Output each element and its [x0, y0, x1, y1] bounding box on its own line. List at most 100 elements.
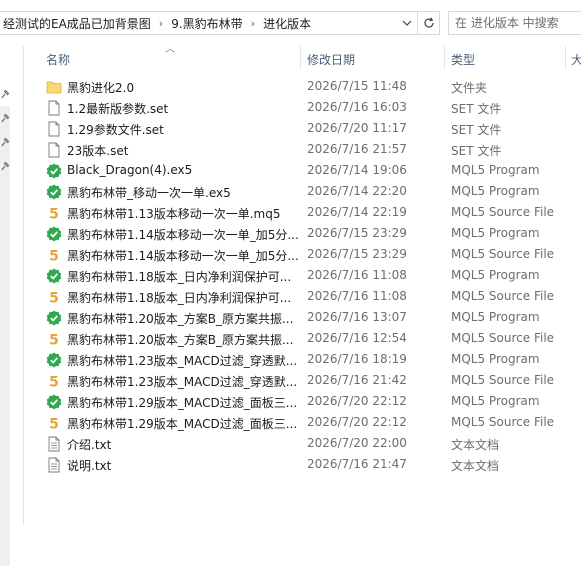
- file-type: MQL5 Program: [451, 184, 540, 198]
- column-header-type[interactable]: 类型: [451, 51, 475, 68]
- breadcrumb-item-ea[interactable]: 经测试的EA成品已加背景图: [0, 15, 155, 32]
- address-dropdown-button[interactable]: [397, 12, 417, 34]
- file-row[interactable]: 5 黑豹布林带1.18版本_日内净利润保护可... 2026/7/16 11:08 M…: [24, 287, 581, 308]
- pin-icon[interactable]: [0, 112, 10, 124]
- column-header-name[interactable]: 名称: [46, 51, 70, 68]
- file-row[interactable]: 黑豹布林带1.20版本_方案B_原方案共振... 2026/7/16 13:07 M…: [24, 308, 581, 329]
- mql5-program-icon: [46, 394, 62, 410]
- file-date: 2026/7/16 18:19: [307, 352, 407, 366]
- file-date: 2026/7/20 22:12: [307, 394, 407, 408]
- mql5-program-icon: [46, 226, 62, 242]
- mql5-source-icon: 5: [46, 247, 62, 265]
- file-type: SET 文件: [451, 144, 502, 158]
- chevron-right-icon[interactable]: ›: [155, 17, 167, 30]
- file-date: 2026/7/15 23:29: [307, 226, 407, 240]
- address-bar: 经测试的EA成品已加背景图 › 9.黑豹布林带 › 进化版本: [0, 0, 581, 46]
- file-row[interactable]: 介绍.txt 2026/7/20 22:00 文本文档: [24, 434, 581, 455]
- file-row[interactable]: 说明.txt 2026/7/16 21:47 文本文档: [24, 455, 581, 476]
- column-divider[interactable]: [444, 46, 445, 70]
- mql5-source-icon: 5: [46, 415, 62, 433]
- mql5-source-icon: 5: [46, 205, 62, 223]
- file-row[interactable]: 黑豹布林带1.18版本_日内净利润保护可... 2026/7/16 11:08 MQ…: [24, 266, 581, 287]
- file-name[interactable]: 黑豹布林带1.29版本_MACD过滤_面板三...: [67, 394, 299, 411]
- file-name[interactable]: 黑豹布林带1.14版本移动一次一单_加5分...: [67, 226, 299, 243]
- file-row[interactable]: Black_Dragon(4).ex5 2026/7/14 19:06 MQL5 P…: [24, 161, 581, 182]
- file-type: MQL5 Source File: [451, 331, 555, 345]
- file-type: MQL5 Program: [451, 226, 540, 240]
- file-name[interactable]: 1.2最新版参数.set: [67, 100, 299, 117]
- svg-text:5: 5: [49, 417, 59, 432]
- file-name[interactable]: 黑豹布林带1.14版本移动一次一单_加5分...: [67, 247, 299, 264]
- search-input[interactable]: [455, 16, 565, 30]
- file-type: MQL5 Source File: [451, 247, 555, 261]
- file-date: 2026/7/16 12:54: [307, 331, 407, 345]
- file-name[interactable]: 黑豹进化2.0: [67, 79, 299, 96]
- file-type: MQL5 Program: [451, 163, 540, 177]
- navigation-pane-scroll-area[interactable]: [0, 106, 10, 566]
- file-date: 2026/7/20 22:00: [307, 436, 407, 450]
- chevron-right-icon[interactable]: ›: [247, 17, 259, 30]
- breadcrumb[interactable]: 经测试的EA成品已加背景图 › 9.黑豹布林带 › 进化版本: [0, 11, 440, 35]
- refresh-icon: [423, 17, 434, 28]
- file-row[interactable]: 黑豹布林带1.14版本移动一次一单_加5分... 2026/7/15 23:29 M…: [24, 224, 581, 245]
- file-row[interactable]: 1.2最新版参数.set 2026/7/16 16:03 SET 文件: [24, 98, 581, 119]
- navigation-pane[interactable]: [0, 46, 24, 566]
- file-type: MQL5 Source File: [451, 289, 555, 303]
- file-type: MQL5 Program: [451, 268, 540, 282]
- file-row[interactable]: 1.29参数文件.set 2026/7/20 11:17 SET 文件: [24, 119, 581, 140]
- file-row[interactable]: 5 黑豹布林带1.23版本_MACD过滤_穿透默... 2026/7/16 21:4…: [24, 371, 581, 392]
- file-name[interactable]: 1.29参数文件.set: [67, 121, 299, 138]
- column-divider[interactable]: [300, 46, 301, 70]
- refresh-button[interactable]: [417, 12, 439, 34]
- file-date: 2026/7/16 16:03: [307, 100, 407, 114]
- file-type: MQL5 Source File: [451, 415, 555, 429]
- mql5-program-icon: [46, 352, 62, 368]
- file-row[interactable]: 5 黑豹布林带1.14版本移动一次一单_加5分... 2026/7/15 23:29…: [24, 245, 581, 266]
- file-name[interactable]: 黑豹布林带1.20版本_方案B_原方案共振...: [67, 310, 299, 327]
- file-row[interactable]: 黑豹布林带_移动一次一单.ex5 2026/7/14 22:20 MQL5 Prog…: [24, 182, 581, 203]
- file-date: 2026/7/14 22:20: [307, 184, 407, 198]
- file-row[interactable]: 5 黑豹布林带1.20版本_方案B_原方案共振... 2026/7/16 12:54…: [24, 329, 581, 350]
- breadcrumb-item-current[interactable]: 进化版本: [259, 15, 315, 32]
- file-name[interactable]: 黑豹布林带1.29版本_MACD过滤_面板三...: [67, 415, 299, 432]
- column-header-date[interactable]: 修改日期: [307, 51, 355, 68]
- file-name[interactable]: 黑豹布林带1.23版本_MACD过滤_穿透默...: [67, 352, 299, 369]
- file-row[interactable]: 黑豹进化2.0 2026/7/15 11:48 文件夹: [24, 77, 581, 98]
- svg-text:5: 5: [49, 249, 59, 264]
- file-date: 2026/7/20 11:17: [307, 121, 407, 135]
- file-row[interactable]: 黑豹布林带1.23版本_MACD过滤_穿透默... 2026/7/16 18:19…: [24, 350, 581, 371]
- file-row[interactable]: 23版本.set 2026/7/16 21:57 SET 文件: [24, 140, 581, 161]
- file-row[interactable]: 5 黑豹布林带1.13版本移动一次一单.mq5 2026/7/14 22:19 MQL…: [24, 203, 581, 224]
- file-name[interactable]: Black_Dragon(4).ex5: [67, 163, 299, 177]
- mql5-source-icon: 5: [46, 331, 62, 349]
- file-type: MQL5 Source File: [451, 373, 555, 387]
- file-type: SET 文件: [451, 102, 502, 116]
- pin-icon[interactable]: [0, 88, 10, 100]
- file-date: 2026/7/16 21:57: [307, 142, 407, 156]
- file-type: 文本文档: [451, 459, 500, 473]
- file-name[interactable]: 介绍.txt: [67, 436, 299, 453]
- column-divider[interactable]: [565, 46, 566, 70]
- document-icon: [46, 142, 62, 158]
- file-name[interactable]: 说明.txt: [67, 457, 299, 474]
- file-date: 2026/7/20 22:12: [307, 415, 407, 429]
- file-name[interactable]: 黑豹布林带1.18版本_日内净利润保护可...: [67, 289, 299, 306]
- file-name[interactable]: 黑豹布林带1.20版本_方案B_原方案共振...: [67, 331, 299, 348]
- document-icon: [46, 100, 62, 116]
- mql5-program-icon: [46, 184, 62, 200]
- file-name[interactable]: 黑豹布林带1.13版本移动一次一单.mq5: [67, 205, 299, 222]
- file-name[interactable]: 23版本.set: [67, 142, 299, 159]
- pin-icon[interactable]: [0, 160, 10, 172]
- file-name[interactable]: 黑豹布林带1.18版本_日内净利润保护可...: [67, 268, 299, 285]
- search-box[interactable]: [448, 11, 581, 35]
- file-name[interactable]: 黑豹布林带_移动一次一单.ex5: [67, 184, 299, 201]
- column-header-row: ︿ 名称 修改日期 类型 大: [24, 44, 581, 70]
- file-row[interactable]: 黑豹布林带1.29版本_MACD过滤_面板三... 2026/7/20 22:12…: [24, 392, 581, 413]
- file-type: MQL5 Program: [451, 310, 540, 324]
- pin-icon[interactable]: [0, 136, 10, 148]
- column-header-size[interactable]: 大: [571, 51, 581, 68]
- breadcrumb-item-9[interactable]: 9.黑豹布林带: [167, 15, 246, 32]
- file-row[interactable]: 5 黑豹布林带1.29版本_MACD过滤_面板三... 2026/7/20 22:1…: [24, 413, 581, 434]
- file-name[interactable]: 黑豹布林带1.23版本_MACD过滤_穿透默...: [67, 373, 299, 390]
- file-date: 2026/7/15 23:29: [307, 247, 407, 261]
